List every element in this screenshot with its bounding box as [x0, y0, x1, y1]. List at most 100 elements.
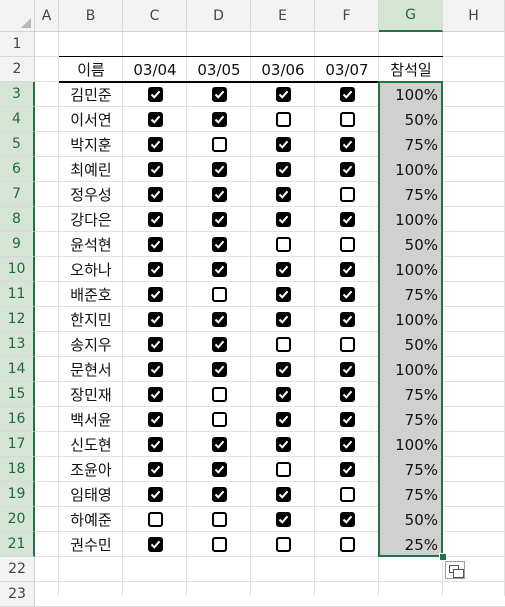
row-header-21[interactable]: 21	[0, 532, 35, 557]
attendance-cell[interactable]	[123, 232, 187, 257]
attendance-rate-cell[interactable]: 75%	[379, 457, 443, 482]
attendance-rate-cell[interactable]: 75%	[379, 407, 443, 432]
checkbox-checked-icon[interactable]	[275, 437, 291, 452]
attendance-cell[interactable]	[123, 107, 187, 132]
checkbox-checked-icon[interactable]	[211, 487, 227, 502]
attendance-cell[interactable]	[187, 132, 251, 157]
checkbox-checked-icon[interactable]	[275, 87, 291, 102]
checkbox-unchecked-icon[interactable]	[147, 512, 163, 527]
checkbox-checked-icon[interactable]	[275, 162, 291, 177]
attendance-rate-cell[interactable]: 75%	[379, 382, 443, 407]
attendance-rate-cell[interactable]: 100%	[379, 257, 443, 282]
attendance-cell[interactable]	[123, 257, 187, 282]
checkbox-unchecked-icon[interactable]	[275, 537, 291, 552]
row-header-2[interactable]: 2	[0, 57, 35, 82]
checkbox-checked-icon[interactable]	[275, 487, 291, 502]
checkbox-unchecked-icon[interactable]	[211, 412, 227, 427]
attendance-rate-cell[interactable]: 50%	[379, 232, 443, 257]
quick-analysis-icon[interactable]	[445, 561, 465, 579]
checkbox-checked-icon[interactable]	[339, 287, 355, 302]
student-name-cell[interactable]: 조윤아	[59, 457, 123, 482]
attendance-rate-cell[interactable]: 50%	[379, 507, 443, 532]
student-name-cell[interactable]: 윤석현	[59, 232, 123, 257]
student-name-cell[interactable]: 배준호	[59, 282, 123, 307]
attendance-cell[interactable]	[251, 532, 315, 557]
select-all-corner[interactable]	[0, 0, 35, 32]
attendance-cell[interactable]	[251, 432, 315, 457]
attendance-cell[interactable]	[123, 482, 187, 507]
row-header-17[interactable]: 17	[0, 432, 35, 457]
header-date-cell[interactable]: 03/04	[123, 57, 187, 82]
header-date-cell[interactable]: 03/06	[251, 57, 315, 82]
attendance-cell[interactable]	[315, 307, 379, 332]
header-date-cell[interactable]: 03/07	[315, 57, 379, 82]
attendance-rate-cell[interactable]: 100%	[379, 157, 443, 182]
attendance-cell[interactable]	[187, 357, 251, 382]
checkbox-checked-icon[interactable]	[339, 262, 355, 277]
student-name-cell[interactable]: 김민준	[59, 82, 123, 107]
checkbox-checked-icon[interactable]	[339, 137, 355, 152]
row-header-22[interactable]: 22	[0, 557, 35, 582]
attendance-cell[interactable]	[251, 357, 315, 382]
student-name-cell[interactable]: 한지민	[59, 307, 123, 332]
row-header-13[interactable]: 13	[0, 332, 35, 357]
attendance-rate-cell[interactable]: 75%	[379, 482, 443, 507]
attendance-cell[interactable]	[315, 257, 379, 282]
checkbox-unchecked-icon[interactable]	[275, 112, 291, 127]
attendance-cell[interactable]	[315, 432, 379, 457]
checkbox-checked-icon[interactable]	[339, 512, 355, 527]
checkbox-checked-icon[interactable]	[211, 262, 227, 277]
column-header-d[interactable]: D	[187, 0, 251, 32]
student-name-cell[interactable]: 문현서	[59, 357, 123, 382]
attendance-rate-cell[interactable]: 100%	[379, 82, 443, 107]
checkbox-checked-icon[interactable]	[147, 337, 163, 352]
checkbox-checked-icon[interactable]	[147, 162, 163, 177]
attendance-cell[interactable]	[315, 407, 379, 432]
row-header-15[interactable]: 15	[0, 382, 35, 407]
checkbox-unchecked-icon[interactable]	[211, 512, 227, 527]
spreadsheet-grid[interactable]: A B C D E F G H 1 2 3 4 5 6 7 8 9 10 11 12 13 14 15 16 17 18 19 20 2…	[0, 0, 505, 607]
column-header-c[interactable]: C	[123, 0, 187, 32]
attendance-cell[interactable]	[187, 432, 251, 457]
checkbox-checked-icon[interactable]	[275, 512, 291, 527]
attendance-cell[interactable]	[315, 282, 379, 307]
column-header-e[interactable]: E	[251, 0, 315, 32]
attendance-cell[interactable]	[251, 107, 315, 132]
checkbox-checked-icon[interactable]	[211, 362, 227, 377]
row-header-18[interactable]: 18	[0, 457, 35, 482]
checkbox-checked-icon[interactable]	[275, 412, 291, 427]
row-header-14[interactable]: 14	[0, 357, 35, 382]
attendance-cell[interactable]	[123, 307, 187, 332]
checkbox-checked-icon[interactable]	[147, 112, 163, 127]
checkbox-checked-icon[interactable]	[211, 162, 227, 177]
attendance-rate-cell[interactable]: 100%	[379, 432, 443, 457]
row-header-4[interactable]: 4	[0, 107, 35, 132]
attendance-cell[interactable]	[187, 82, 251, 107]
checkbox-checked-icon[interactable]	[275, 312, 291, 327]
attendance-cell[interactable]	[187, 407, 251, 432]
checkbox-checked-icon[interactable]	[147, 287, 163, 302]
attendance-rate-cell[interactable]: 100%	[379, 307, 443, 332]
checkbox-checked-icon[interactable]	[211, 312, 227, 327]
attendance-cell[interactable]	[123, 382, 187, 407]
attendance-cell[interactable]	[315, 357, 379, 382]
attendance-cell[interactable]	[187, 382, 251, 407]
attendance-cell[interactable]	[251, 257, 315, 282]
attendance-cell[interactable]	[123, 432, 187, 457]
student-name-cell[interactable]: 백서윤	[59, 407, 123, 432]
attendance-cell[interactable]	[251, 407, 315, 432]
checkbox-checked-icon[interactable]	[339, 312, 355, 327]
checkbox-checked-icon[interactable]	[147, 487, 163, 502]
header-date-cell[interactable]: 03/05	[187, 57, 251, 82]
attendance-cell[interactable]	[187, 507, 251, 532]
student-name-cell[interactable]: 송지우	[59, 332, 123, 357]
checkbox-checked-icon[interactable]	[211, 337, 227, 352]
checkbox-checked-icon[interactable]	[147, 412, 163, 427]
attendance-cell[interactable]	[251, 132, 315, 157]
attendance-cell[interactable]	[251, 157, 315, 182]
student-name-cell[interactable]: 임태영	[59, 482, 123, 507]
checkbox-unchecked-icon[interactable]	[211, 387, 227, 402]
attendance-cell[interactable]	[315, 482, 379, 507]
attendance-cell[interactable]	[187, 207, 251, 232]
attendance-cell[interactable]	[315, 382, 379, 407]
